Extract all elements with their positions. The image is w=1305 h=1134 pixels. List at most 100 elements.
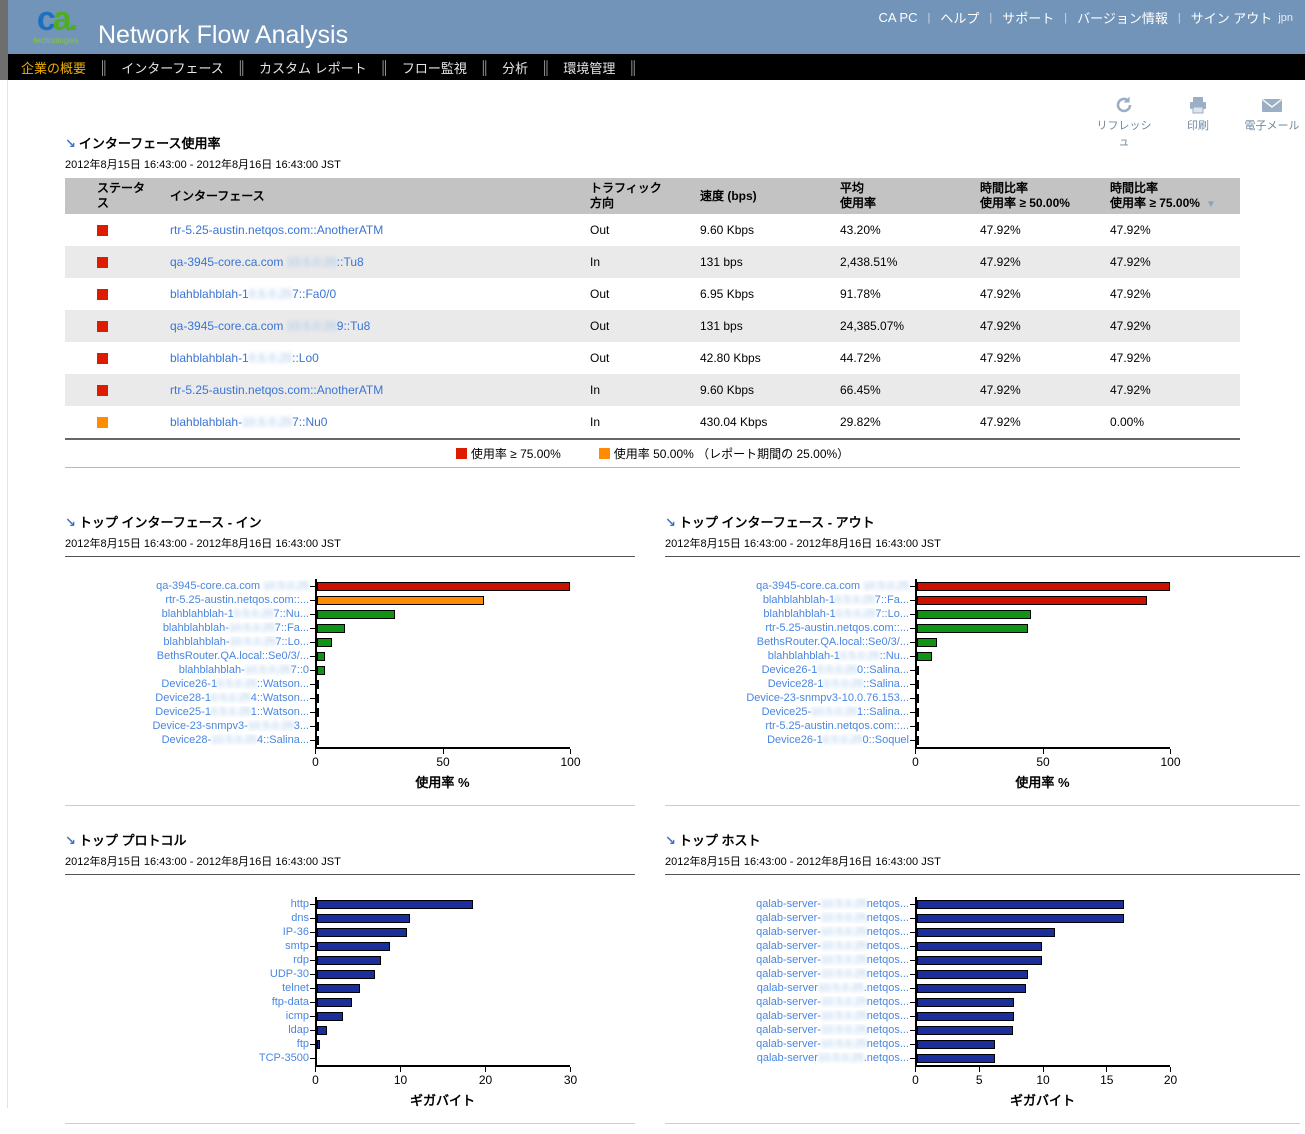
chart-bar-label[interactable]: blahblahblah-10.5.0.257::Fa... <box>665 594 915 606</box>
chart-bar-label[interactable]: qa-3945-core.ca.com 10.5.0.25 <box>65 580 315 592</box>
chart-bar-label[interactable]: blahblahblah-10.5.0.257::Fa... <box>65 622 315 634</box>
chart-bar-label[interactable]: qalab-server-10.5.0.25netqos... <box>665 996 915 1008</box>
chart-bar-label[interactable]: qalab-server-10.5.0.25netqos... <box>665 1038 915 1050</box>
section-arrow-icon[interactable]: ↘ <box>665 833 676 848</box>
chart-bar-label[interactable]: blahblahblah-10.5.0.257::Lo... <box>65 636 315 648</box>
header-link-capc[interactable]: CA PC <box>878 10 917 25</box>
chart-bar-label[interactable]: qalab-server10.5.0.25.netqos... <box>665 982 915 994</box>
col-time-pct-50[interactable]: 時間比率 使用率 ≥ 50.00% <box>975 178 1105 214</box>
chart-bar-label[interactable]: blahblahblah-10.5.0.25::Nu... <box>665 650 915 662</box>
nav-item-admin[interactable]: 環境管理 <box>563 58 615 77</box>
chart-bar-label[interactable]: blahblahblah-10.5.0.257::0 <box>65 664 315 676</box>
nav-item-flow-monitor[interactable]: フロー監視 <box>402 58 467 77</box>
chart-bar-label[interactable]: Device26-10.5.0.25::Watson... <box>65 678 315 690</box>
chart-bar-label[interactable]: Device26-10.5.0.250::Soquel <box>665 734 915 746</box>
axis-tick-label: 20 <box>1163 1073 1178 1087</box>
chart-bar-label[interactable]: Device-23-snmpv3-10.5.0.253... <box>65 720 315 732</box>
col-status[interactable]: ステータス <box>65 178 155 214</box>
section-arrow-icon[interactable]: ↘ <box>65 833 76 848</box>
chart-bar-label[interactable]: qalab-server-10.5.0.25netqos... <box>665 926 915 938</box>
chart-bar-label[interactable]: BethsRouter.QA.local::Se0/3/... <box>65 650 315 662</box>
chart-bar-label[interactable]: qalab-server-10.5.0.25netqos... <box>665 1024 915 1036</box>
chart-bar-label[interactable]: smtp <box>65 940 315 952</box>
header-link-signout[interactable]: サイン アウト <box>1191 8 1273 27</box>
interface-link[interactable]: rtr-5.25-austin.netqos.com::AnotherATM <box>170 383 383 397</box>
col-time-pct-75[interactable]: 時間比率 使用率 ≥ 75.00% ▼ <box>1105 178 1240 214</box>
interface-link[interactable]: qa-3945-core.ca.com 10.5.0.25::Tu8 <box>170 255 364 269</box>
header-link-version[interactable]: バージョン情報 <box>1077 8 1168 27</box>
email-button[interactable]: 電子メール <box>1241 95 1303 149</box>
chart-bar-label[interactable]: icmp <box>65 1010 315 1022</box>
table-header: ステータス インターフェース トラフィック 方向 速度 (bps) 平均 使用率… <box>65 178 1240 214</box>
section-arrow-icon[interactable]: ↘ <box>665 515 676 530</box>
chart-bar-label[interactable]: qalab-server-10.5.0.25netqos... <box>665 968 915 980</box>
main-nav: 企業の概要 ║ インターフェース ║ カスタム レポート ║ フロー監視 ║ 分析 ║ 環… <box>8 54 1305 80</box>
chart-bar-label[interactable]: qalab-server-10.5.0.25netqos... <box>665 898 915 910</box>
header-link-help[interactable]: ヘルプ <box>940 8 979 27</box>
chart-bar-track <box>910 1023 1170 1037</box>
chart-bar <box>317 665 325 675</box>
chart-bar <box>317 609 396 619</box>
chart-bar-label[interactable]: Device26-10.5.0.250::Salina... <box>665 664 915 676</box>
nav-item-interfaces[interactable]: インターフェース <box>121 58 224 77</box>
time-pct-75-cell: 47.92% <box>1110 287 1151 301</box>
chart-bar-label[interactable]: rtr-5.25-austin.netqos.com::... <box>665 720 915 732</box>
chart-bar-label[interactable]: qalab-server-10.5.0.25netqos... <box>665 940 915 952</box>
ca-technologies-logo: ca. technologies <box>30 2 82 45</box>
chart-bar <box>317 997 353 1007</box>
header-link-support[interactable]: サポート <box>1002 8 1054 27</box>
chart-bar-label[interactable]: qalab-server-10.5.0.25netqos... <box>665 954 915 966</box>
nav-item-enterprise-overview[interactable]: 企業の概要 <box>21 58 86 77</box>
chart-bar-label[interactable]: BethsRouter.QA.local::Se0/3/... <box>665 636 915 648</box>
chart-bar-label[interactable]: telnet <box>65 982 315 994</box>
chart-bar-label[interactable]: qa-3945-core.ca.com 10.5.0.25 <box>665 580 915 592</box>
chart-bar-label[interactable]: Device-23-snmpv3-10.0.76.153... <box>665 692 915 704</box>
nav-item-analysis[interactable]: 分析 <box>502 58 528 77</box>
interface-link[interactable]: qa-3945-core.ca.com 10.5.0.259::Tu8 <box>170 319 370 333</box>
chart-bar-label[interactable]: IP-36 <box>65 926 315 938</box>
axis-tick: 20 <box>479 1067 492 1087</box>
link-separator: | <box>989 11 993 24</box>
nav-item-custom-reports[interactable]: カスタム レポート <box>259 58 367 77</box>
sort-descending-icon[interactable]: ▼ <box>1206 199 1216 210</box>
section-arrow-icon[interactable]: ↘ <box>65 136 76 151</box>
chart-bar-label[interactable]: http <box>65 898 315 910</box>
speed-cell: 131 bps <box>700 255 743 269</box>
chart-bar-label[interactable]: Device28-10.5.0.25::Salina... <box>665 678 915 690</box>
chart-bar-label[interactable]: qalab-server-10.5.0.25netqos... <box>665 1010 915 1022</box>
axis-tick: 50 <box>436 749 450 769</box>
axis-tick: 100 <box>1160 749 1181 769</box>
chart-bar-label[interactable]: blahblahblah-10.5.0.257::Lo... <box>665 608 915 620</box>
chart-bar-label[interactable]: blahblahblah-10.5.0.257::Nu... <box>65 608 315 620</box>
chart-bar-row: IP-36 <box>65 925 635 939</box>
chart-x-axis: 0 50 100 <box>312 747 581 770</box>
chart-bar-label[interactable]: Device25-10.5.0.251::Watson... <box>65 706 315 718</box>
chart-bar-label[interactable]: rdp <box>65 954 315 966</box>
chart-bar-label[interactable]: qalab-server10.5.0.25.netqos... <box>665 1052 915 1064</box>
chart-bar-label[interactable]: ftp <box>65 1038 315 1050</box>
interface-link[interactable]: blahblahblah-10.5.0.257::Nu0 <box>170 415 327 429</box>
chart-bar-label[interactable]: rtr-5.25-austin.netqos.com::... <box>65 594 315 606</box>
interface-link[interactable]: rtr-5.25-austin.netqos.com::AnotherATM <box>170 223 383 237</box>
col-interface[interactable]: インターフェース <box>155 178 585 214</box>
chart-bar-label[interactable]: ldap <box>65 1024 315 1036</box>
chart-bar <box>917 899 1125 909</box>
col-speed[interactable]: 速度 (bps) <box>695 178 835 214</box>
chart-bar <box>917 913 1125 923</box>
col-avg-utilization[interactable]: 平均 使用率 <box>835 178 975 214</box>
chart-bar-label[interactable]: Device25-10.5.0.251::Salina... <box>665 706 915 718</box>
section-arrow-icon[interactable]: ↘ <box>65 515 76 530</box>
chart-bar-label[interactable]: dns <box>65 912 315 924</box>
interface-link[interactable]: blahblahblah-10.5.0.25::Lo0 <box>170 351 319 365</box>
chart-bar-label[interactable]: qalab-server-10.5.0.25netqos... <box>665 912 915 924</box>
interface-link[interactable]: blahblahblah-10.5.0.257::Fa0/0 <box>170 287 336 301</box>
chart-bar-track <box>310 635 570 649</box>
axis-tick: 100 <box>560 749 581 769</box>
chart-bar-label[interactable]: ftp-data <box>65 996 315 1008</box>
chart-bar-label[interactable]: Device28-10.5.0.254::Salina... <box>65 734 315 746</box>
chart-bar-label[interactable]: Device28-10.5.0.254::Watson... <box>65 692 315 704</box>
col-direction[interactable]: トラフィック 方向 <box>585 178 695 214</box>
chart-bar-label[interactable]: rtr-5.25-austin.netqos.com::... <box>665 622 915 634</box>
chart-bar-label[interactable]: TCP-3500 <box>65 1052 315 1064</box>
chart-bar-label[interactable]: UDP-30 <box>65 968 315 980</box>
